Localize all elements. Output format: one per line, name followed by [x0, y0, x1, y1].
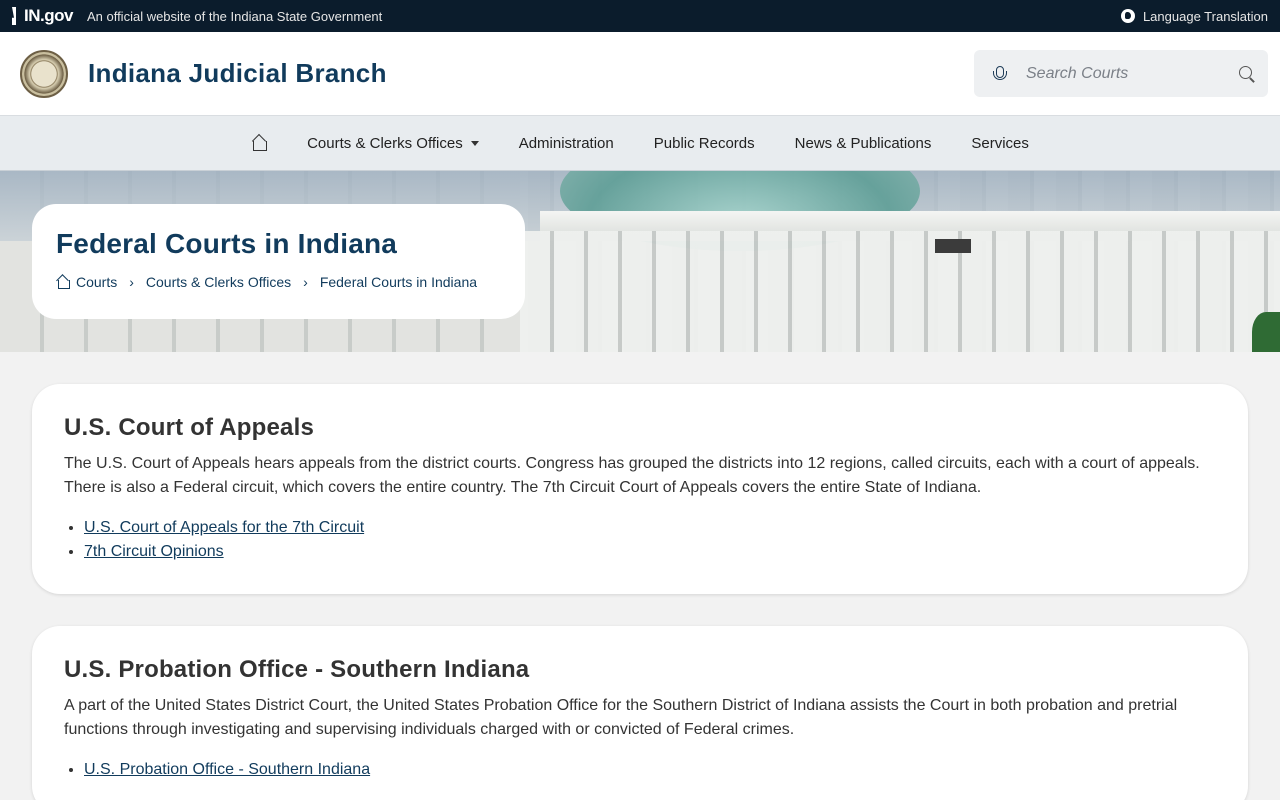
nav-news-publications[interactable]: News & Publications — [775, 135, 952, 152]
nav-label: News & Publications — [794, 134, 932, 152]
list-item: 7th Circuit Opinions — [84, 540, 1216, 564]
nav-courts-clerks-offices[interactable]: Courts & Clerks Offices — [287, 135, 499, 152]
link-probation-office-southern-indiana[interactable]: U.S. Probation Office - Southern Indiana — [84, 761, 370, 778]
search-box — [974, 50, 1268, 97]
nav-label: Courts & Clerks Offices — [307, 134, 463, 152]
hero-facade — [520, 231, 1280, 352]
microphone-icon[interactable] — [992, 65, 1007, 83]
main-content: U.S. Court of Appeals The U.S. Court of … — [0, 352, 1280, 800]
section-link-list: U.S. Court of Appeals for the 7th Circui… — [64, 516, 1216, 564]
breadcrumb-courts-clerks-offices[interactable]: Courts & Clerks Offices — [146, 274, 291, 290]
breadcrumb-home-icon[interactable] — [56, 275, 70, 289]
ingov-logo[interactable]: IN.gov — [12, 6, 73, 26]
primary-nav: Courts & Clerks Offices Administration P… — [0, 116, 1280, 171]
state-seal-logo[interactable] — [20, 49, 68, 98]
section-heading: U.S. Probation Office - Southern Indiana — [64, 656, 530, 683]
page-title: Federal Courts in Indiana — [56, 228, 398, 259]
hero-chimney — [935, 239, 971, 253]
breadcrumb-courts[interactable]: Courts — [76, 274, 117, 290]
nav-services[interactable]: Services — [951, 135, 1049, 152]
link-7th-circuit-court[interactable]: U.S. Court of Appeals for the 7th Circui… — [84, 519, 364, 536]
section-body: A part of the United States District Cou… — [64, 697, 1178, 738]
link-7th-circuit-opinions[interactable]: 7th Circuit Opinions — [84, 543, 224, 560]
section-card-court-of-appeals: U.S. Court of Appeals The U.S. Court of … — [32, 384, 1248, 594]
chevron-right-icon: › — [129, 274, 134, 290]
caret-down-icon — [470, 140, 479, 146]
nav-label: Public Records — [653, 134, 755, 152]
breadcrumb: Courts › Courts & Clerks Offices › Feder… — [56, 274, 501, 290]
section-link-list: U.S. Probation Office - Southern Indiana — [64, 758, 1216, 782]
search-input[interactable] — [1026, 64, 1226, 83]
nav-administration[interactable]: Administration — [499, 135, 634, 152]
official-website-text: An official website of the Indiana State… — [86, 8, 383, 24]
globe-icon — [1120, 9, 1135, 23]
language-translation-label: Language Translation — [1142, 8, 1268, 24]
breadcrumb-current: Federal Courts in Indiana — [319, 274, 478, 290]
list-item: U.S. Court of Appeals for the 7th Circui… — [84, 516, 1216, 540]
section-heading: U.S. Court of Appeals — [64, 414, 314, 441]
site-header: Indiana Judicial Branch — [0, 32, 1280, 116]
page-title-card: Federal Courts in Indiana Courts › Court… — [32, 204, 525, 319]
site-brand-title[interactable]: Indiana Judicial Branch — [88, 58, 387, 89]
hero-tree — [1252, 312, 1280, 352]
section-card-probation-office: U.S. Probation Office - Southern Indiana… — [32, 626, 1248, 800]
home-icon — [251, 135, 268, 151]
language-translation-button[interactable]: Language Translation — [1120, 8, 1268, 24]
search-icon[interactable] — [1238, 65, 1256, 83]
nav-label: Services — [971, 134, 1029, 152]
official-site-bar: IN.gov An official website of the Indian… — [0, 0, 1280, 32]
nav-label: Administration — [518, 134, 614, 152]
nav-home[interactable] — [231, 135, 287, 151]
list-item: U.S. Probation Office - Southern Indiana — [84, 758, 1216, 782]
chevron-right-icon: › — [303, 274, 308, 290]
hero-banner: Federal Courts in Indiana Courts › Court… — [0, 171, 1280, 352]
ingov-logo-text: IN.gov — [24, 6, 73, 25]
ingov-logo-mark-icon — [12, 7, 16, 25]
section-body: The U.S. Court of Appeals hears appeals … — [64, 455, 1200, 496]
nav-public-records[interactable]: Public Records — [634, 135, 775, 152]
